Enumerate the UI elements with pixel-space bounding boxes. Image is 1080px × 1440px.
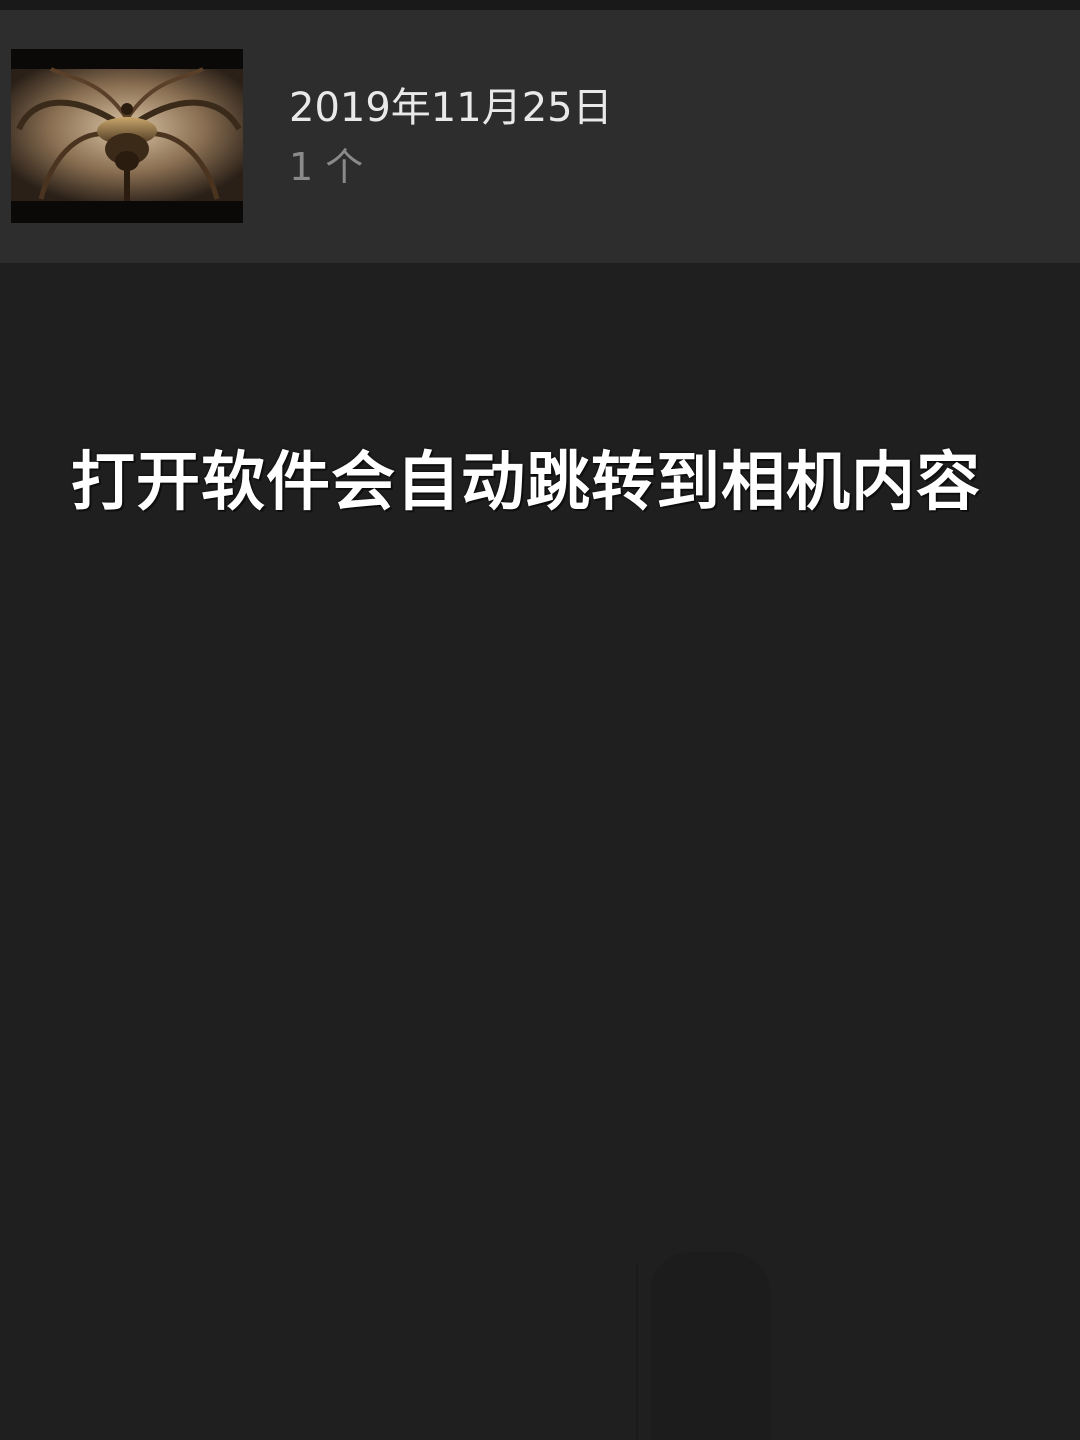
album-item-count: 1 个: [289, 145, 364, 189]
album-thumbnail[interactable]: [11, 49, 243, 223]
top-bar: [0, 0, 1080, 10]
faint-line: [636, 1264, 638, 1440]
faint-shadow: [650, 1252, 770, 1440]
album-list-item[interactable]: 2019年11月25日 1 个: [0, 10, 1080, 263]
album-date: 2019年11月25日: [289, 85, 613, 131]
overlay-caption: 打开软件会自动跳转到相机内容: [71, 446, 981, 520]
screen: 2019年11月25日 1 个 打开软件会自动跳转到相机内容: [0, 0, 1080, 1440]
chandelier-photo-icon: [11, 49, 243, 223]
album-info: 2019年11月25日 1 个: [289, 82, 613, 194]
